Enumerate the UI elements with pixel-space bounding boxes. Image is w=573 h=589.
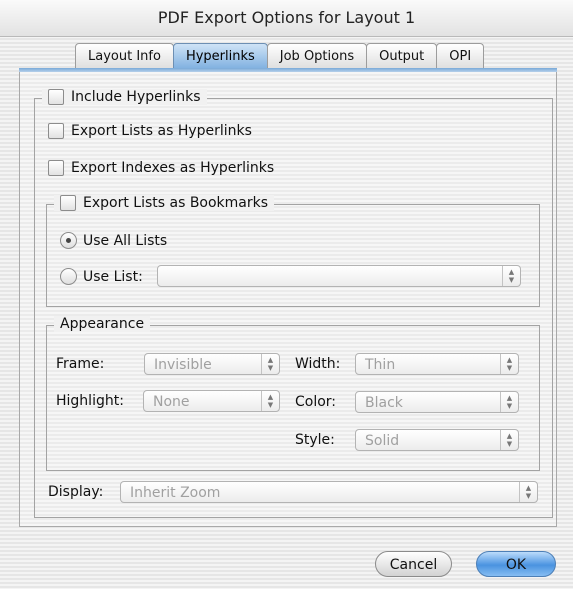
chevron-up-down-icon: ▲ ▼ bbox=[500, 354, 518, 374]
bookmarks-legend[interactable]: Export Lists as Bookmarks bbox=[54, 195, 275, 211]
chevron-up-down-icon: ▲ ▼ bbox=[261, 354, 279, 374]
use-all-lists-label: Use All Lists bbox=[83, 232, 168, 249]
highlight-label-row: Highlight: bbox=[56, 393, 124, 409]
chevron-up-down-icon: ▲ ▼ bbox=[261, 391, 279, 411]
tab-bar: Layout Info Hyperlinks Job Options Outpu… bbox=[75, 43, 485, 70]
use-list-option[interactable]: Use List: bbox=[60, 268, 143, 285]
include-hyperlinks-label: Include Hyperlinks bbox=[71, 89, 201, 105]
appearance-legend: Appearance bbox=[54, 316, 151, 332]
tab-job-options[interactable]: Job Options bbox=[266, 43, 368, 69]
use-all-lists-radio[interactable] bbox=[60, 232, 77, 249]
tab-hyperlinks[interactable]: Hyperlinks bbox=[172, 43, 268, 69]
use-list-radio[interactable] bbox=[60, 268, 77, 285]
cancel-button[interactable]: Cancel bbox=[375, 551, 452, 577]
chevron-up-down-icon: ▲ ▼ bbox=[500, 392, 518, 412]
frame-value: Invisible bbox=[154, 357, 212, 373]
include-hyperlinks-checkbox[interactable] bbox=[48, 89, 64, 105]
export-lists-label: Export Lists as Hyperlinks bbox=[71, 123, 252, 139]
highlight-value: None bbox=[153, 394, 190, 410]
panel-top-accent bbox=[19, 68, 557, 72]
export-bookmarks-label: Export Lists as Bookmarks bbox=[83, 195, 269, 211]
tab-opi[interactable]: OPI bbox=[436, 43, 485, 69]
export-indexes-option[interactable]: Export Indexes as Hyperlinks bbox=[48, 160, 274, 176]
width-select[interactable]: Thin ▲ ▼ bbox=[355, 353, 519, 375]
ok-button[interactable]: OK bbox=[476, 551, 556, 577]
chevron-up-down-icon: ▲ ▼ bbox=[519, 482, 537, 502]
style-value: Solid bbox=[365, 433, 400, 449]
include-hyperlinks-legend[interactable]: Include Hyperlinks bbox=[42, 89, 207, 105]
frame-select[interactable]: Invisible ▲ ▼ bbox=[144, 353, 280, 375]
style-select[interactable]: Solid ▲ ▼ bbox=[355, 429, 519, 451]
style-label: Style: bbox=[295, 432, 335, 448]
width-label: Width: bbox=[295, 356, 341, 372]
tab-output[interactable]: Output bbox=[366, 43, 438, 69]
use-list-select[interactable]: ▲ ▼ bbox=[157, 265, 521, 287]
color-select[interactable]: Black ▲ ▼ bbox=[355, 391, 519, 413]
export-lists-checkbox[interactable] bbox=[48, 123, 64, 139]
highlight-select[interactable]: None ▲ ▼ bbox=[143, 390, 280, 412]
export-indexes-checkbox[interactable] bbox=[48, 160, 64, 176]
display-value: Inherit Zoom bbox=[130, 485, 221, 501]
highlight-label: Highlight: bbox=[56, 393, 124, 409]
window-title: PDF Export Options for Layout 1 bbox=[0, 0, 573, 37]
use-all-lists-option[interactable]: Use All Lists bbox=[60, 232, 167, 249]
width-value: Thin bbox=[365, 357, 396, 373]
bookmarks-group bbox=[46, 204, 540, 307]
tab-layout-info[interactable]: Layout Info bbox=[75, 43, 174, 69]
display-select[interactable]: Inherit Zoom ▲ ▼ bbox=[120, 481, 538, 503]
display-label: Display: bbox=[48, 484, 104, 500]
width-label-row: Width: bbox=[295, 356, 340, 372]
chevron-up-down-icon: ▲ ▼ bbox=[500, 430, 518, 450]
export-indexes-label: Export Indexes as Hyperlinks bbox=[71, 160, 275, 176]
color-label-row: Color: bbox=[295, 394, 336, 410]
export-lists-option[interactable]: Export Lists as Hyperlinks bbox=[48, 123, 252, 139]
appearance-label: Appearance bbox=[60, 316, 145, 332]
chevron-up-down-icon: ▲ ▼ bbox=[502, 266, 520, 286]
dialog-window: PDF Export Options for Layout 1 Layout I… bbox=[0, 0, 573, 589]
color-value: Black bbox=[365, 395, 403, 411]
frame-label: Frame: bbox=[56, 356, 105, 372]
display-label-row: Display: bbox=[48, 484, 103, 500]
style-label-row: Style: bbox=[295, 432, 335, 448]
use-list-label: Use List: bbox=[83, 268, 143, 285]
export-bookmarks-checkbox[interactable] bbox=[60, 195, 76, 211]
frame-label-row: Frame: bbox=[56, 356, 104, 372]
color-label: Color: bbox=[295, 394, 337, 410]
